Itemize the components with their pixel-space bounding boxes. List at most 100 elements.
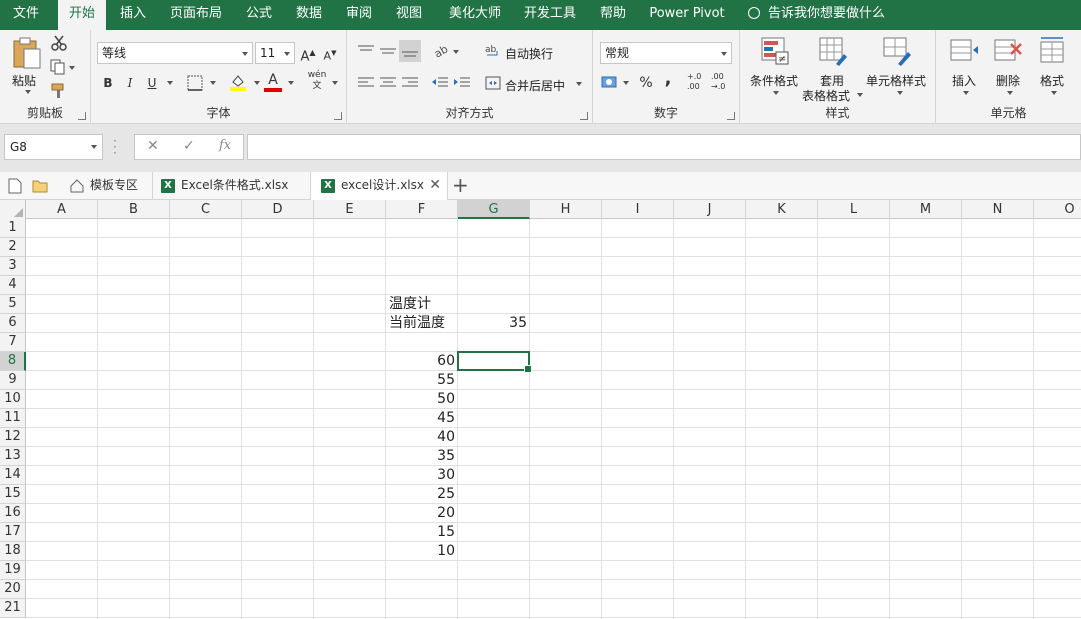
cell-f9[interactable]: 55 [386, 371, 458, 390]
cell-f17[interactable]: 15 [386, 523, 458, 542]
row-header-15[interactable]: 15 [0, 485, 26, 504]
column-header-c[interactable]: C [170, 200, 242, 219]
align-top-icon[interactable] [357, 44, 375, 58]
font-launcher-icon[interactable] [334, 112, 342, 120]
column-header-j[interactable]: J [674, 200, 746, 219]
cancel-icon[interactable]: ✕ [147, 138, 159, 154]
row-header-1[interactable]: 1 [0, 219, 26, 238]
cell-f10[interactable]: 50 [386, 390, 458, 409]
row-header-6[interactable]: 6 [0, 314, 26, 333]
align-right-icon[interactable] [401, 76, 419, 90]
font-size-select[interactable]: 11 [255, 42, 295, 64]
wrap-text-icon[interactable]: ab [485, 43, 501, 59]
accounting-format-icon[interactable] [601, 74, 631, 92]
row-header-9[interactable]: 9 [0, 371, 26, 390]
insert-cells-button[interactable]: 插入 [944, 34, 984, 100]
column-header-o[interactable]: O [1034, 200, 1081, 219]
column-header-n[interactable]: N [962, 200, 1034, 219]
tab-home[interactable]: 开始 [58, 0, 106, 31]
tab-beautify-master[interactable]: 美化大师 [436, 0, 514, 30]
tab-help[interactable]: 帮助 [590, 0, 636, 30]
row-header-7[interactable]: 7 [0, 333, 26, 352]
font-color-button[interactable]: A [263, 72, 283, 94]
merge-dropdown-icon[interactable] [576, 82, 582, 86]
column-header-e[interactable]: E [314, 200, 386, 219]
copy-icon[interactable] [50, 59, 76, 75]
row-header-19[interactable]: 19 [0, 561, 26, 580]
row-header-20[interactable]: 20 [0, 580, 26, 599]
tab-view[interactable]: 视图 [386, 0, 432, 30]
row-header-10[interactable]: 10 [0, 390, 26, 409]
wrap-text-label[interactable]: 自动换行 [505, 45, 553, 62]
decrease-indent-icon[interactable] [431, 76, 449, 90]
cut-icon[interactable] [50, 34, 68, 52]
font-color-dropdown-icon[interactable] [288, 81, 294, 85]
name-box[interactable]: G8 [4, 134, 103, 160]
phonetic-dropdown-icon[interactable] [332, 81, 338, 85]
underline-button[interactable]: U [141, 72, 163, 94]
enter-icon[interactable]: ✓ [183, 138, 195, 154]
column-header-m[interactable]: M [890, 200, 962, 219]
cell-f14[interactable]: 30 [386, 466, 458, 485]
increase-decimal-button[interactable]: +.0 .00 [687, 72, 707, 94]
row-header-11[interactable]: 11 [0, 409, 26, 428]
increase-indent-icon[interactable] [453, 76, 471, 90]
format-cells-button[interactable]: 格式 [1032, 34, 1072, 100]
phonetic-button[interactable]: wén 文 [305, 70, 329, 96]
row-header-8[interactable]: 8 [0, 352, 26, 371]
format-painter-icon[interactable] [50, 82, 68, 100]
align-bottom-button[interactable] [399, 40, 421, 62]
cell-f12[interactable]: 40 [386, 428, 458, 447]
tab-insert[interactable]: 插入 [110, 0, 156, 30]
cell-f11[interactable]: 45 [386, 409, 458, 428]
cell-f16[interactable]: 20 [386, 504, 458, 523]
borders-icon[interactable] [187, 75, 203, 91]
row-header-4[interactable]: 4 [0, 276, 26, 295]
cell-styles-button[interactable]: 单元格样式 [864, 34, 932, 100]
new-file-icon[interactable] [8, 178, 22, 194]
merge-center-label[interactable]: 合并后居中 [505, 77, 565, 94]
column-header-f[interactable]: F [386, 200, 458, 219]
tell-me-box[interactable]: 告诉我你想要做什么 [748, 0, 885, 30]
comma-button[interactable]: , [657, 68, 679, 90]
row-header-12[interactable]: 12 [0, 428, 26, 447]
column-header-h[interactable]: H [530, 200, 602, 219]
underline-dropdown-icon[interactable] [167, 81, 173, 85]
row-header-17[interactable]: 17 [0, 523, 26, 542]
tab-file[interactable]: 文件 [0, 0, 52, 30]
paste-button[interactable]: 粘贴 [8, 34, 46, 98]
borders-dropdown-icon[interactable] [210, 81, 216, 85]
tab-formulas[interactable]: 公式 [236, 0, 282, 30]
formula-bar-grip-icon[interactable]: · · · [113, 135, 119, 159]
formula-input[interactable] [247, 134, 1081, 160]
align-center-icon[interactable] [379, 76, 397, 90]
row-header-18[interactable]: 18 [0, 542, 26, 561]
column-header-k[interactable]: K [746, 200, 818, 219]
italic-button[interactable]: I [119, 72, 141, 94]
worksheet-grid[interactable]: ABCDEFGHIJKLMNO 1 2 3 4 5 6 7 8 9 10 11 12 13 14 15 16 1… [0, 200, 1081, 619]
tab-data[interactable]: 数据 [286, 0, 332, 30]
column-header-i[interactable]: I [602, 200, 674, 219]
row-header-21[interactable]: 21 [0, 599, 26, 618]
increase-font-size-button[interactable]: A▲ [297, 42, 319, 64]
column-header-b[interactable]: B [98, 200, 170, 219]
tab-review[interactable]: 审阅 [336, 0, 382, 30]
row-header-3[interactable]: 3 [0, 257, 26, 276]
column-header-d[interactable]: D [242, 200, 314, 219]
cell-g6[interactable]: 35 [458, 314, 530, 333]
bold-button[interactable]: B [97, 72, 119, 94]
row-header-5[interactable]: 5 [0, 295, 26, 314]
new-tab-icon[interactable]: + [452, 174, 469, 196]
row-header-14[interactable]: 14 [0, 466, 26, 485]
merge-center-icon[interactable] [485, 75, 501, 91]
fill-color-icon[interactable] [229, 73, 247, 91]
column-header-a[interactable]: A [26, 200, 98, 219]
decrease-decimal-button[interactable]: .00 →.0 [711, 72, 733, 94]
clipboard-launcher-icon[interactable] [78, 112, 86, 120]
doc-tab-excel-design[interactable]: Xexcel设计.xlsx ✕ [310, 172, 448, 200]
cell-f18[interactable]: 10 [386, 542, 458, 561]
insert-function-icon[interactable]: fx [219, 138, 231, 153]
orientation-icon[interactable]: ab [433, 43, 461, 59]
cell-f8[interactable]: 60 [386, 352, 458, 371]
column-header-l[interactable]: L [818, 200, 890, 219]
